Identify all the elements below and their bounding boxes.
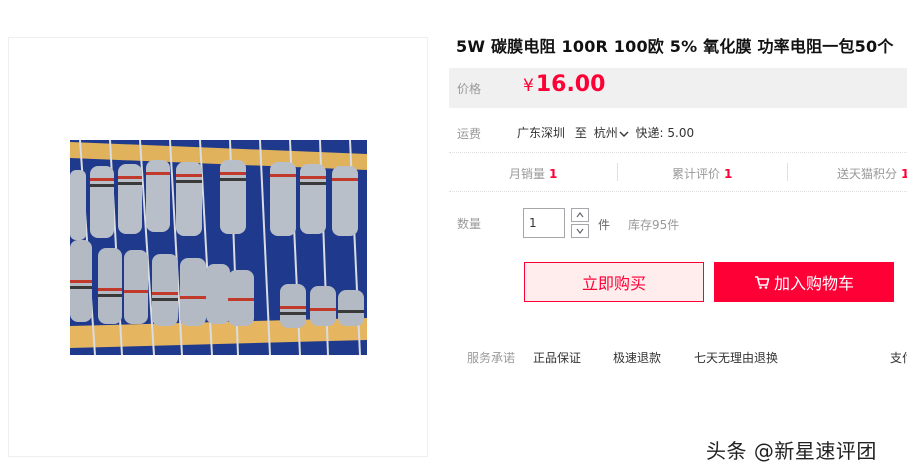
price-value: ¥16.00 (523, 72, 605, 97)
service-item[interactable]: 极速退款 (613, 349, 661, 366)
chevron-down-icon (576, 228, 584, 234)
price-panel: 价格 ¥16.00 (449, 68, 907, 108)
cart-icon (754, 276, 770, 289)
product-title: 5W 碳膜电阻 100R 100欧 5% 氧化膜 功率电阻一包50个 (456, 37, 894, 56)
add-to-cart-label: 加入购物车 (773, 274, 854, 293)
sales-stats: 月销量 1 累计评价 1 送天猫积分 1 (449, 152, 907, 192)
destination-select[interactable]: 杭州 (594, 126, 632, 140)
service-item[interactable]: 支付 (890, 349, 907, 366)
chevron-down-icon (619, 131, 629, 137)
stat-value: 1 (901, 167, 907, 181)
stock-count: 库存95件 (628, 218, 680, 232)
stat-value: 1 (724, 167, 733, 181)
price-label: 价格 (457, 82, 482, 96)
services-label: 服务承诺 (467, 351, 516, 365)
price-amount: 16.00 (535, 72, 606, 97)
add-to-cart-button[interactable]: 加入购物车 (714, 262, 894, 302)
currency-symbol: ¥ (523, 76, 534, 96)
quantity-unit: 件 (598, 218, 611, 232)
quantity-increment-button[interactable] (571, 208, 589, 222)
shipping-label: 运费 (457, 127, 482, 141)
shipping-info: 广东深圳 至 杭州 快递: 5.00 (517, 124, 700, 141)
stat-reviews[interactable]: 累计评价 1 (672, 165, 732, 182)
product-photo[interactable] (70, 140, 367, 355)
divider (617, 163, 618, 181)
watermark: 头条 @新星速评团 (706, 439, 877, 463)
shipping-origin: 广东深圳 (517, 126, 566, 140)
service-item[interactable]: 正品保证 (533, 349, 581, 366)
quantity-input[interactable] (523, 208, 565, 238)
stat-label: 送天猫积分 (837, 167, 898, 181)
stat-monthly-sales: 月销量 1 (509, 165, 557, 182)
stat-label: 累计评价 (672, 167, 721, 181)
stat-label: 月销量 (509, 167, 546, 181)
stat-tmall-points: 送天猫积分 1 (837, 165, 907, 182)
product-gallery (8, 37, 428, 457)
shipping-express: 快递: 5.00 (635, 126, 695, 140)
service-item[interactable]: 七天无理由退换 (694, 349, 778, 366)
shipping-to: 至 (574, 126, 587, 140)
quantity-label: 数量 (457, 217, 482, 231)
stat-value: 1 (549, 167, 558, 181)
buy-now-button[interactable]: 立即购买 (524, 262, 704, 302)
quantity-decrement-button[interactable] (571, 224, 589, 238)
shipping-destination: 杭州 (593, 126, 618, 140)
divider (787, 163, 788, 181)
chevron-up-icon (576, 212, 584, 218)
